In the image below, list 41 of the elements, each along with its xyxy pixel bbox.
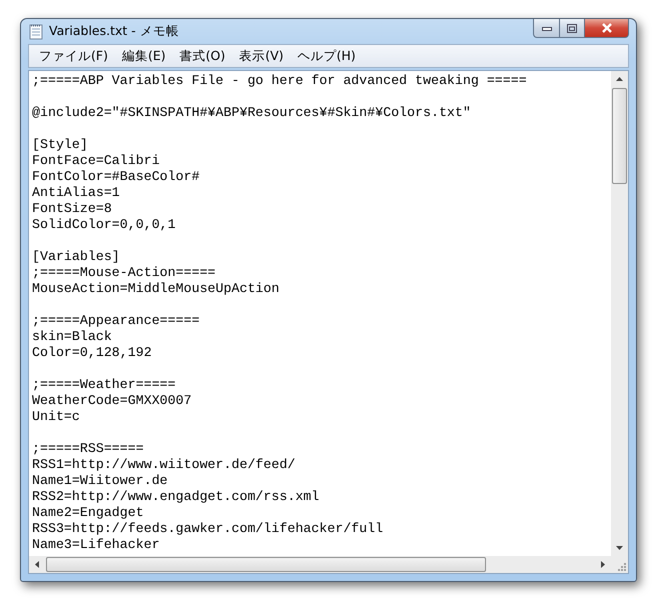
text-line: RSS2=http://www.engadget.com/rss.xml — [32, 489, 320, 505]
text-line: FontColor=#BaseColor# — [32, 169, 200, 185]
text-line: Name3=Lifehacker — [32, 537, 160, 553]
close-icon — [600, 23, 612, 33]
text-line: ;=====Mouse-Action===== — [32, 265, 216, 281]
text-line: Unit=c — [32, 409, 80, 425]
text-line: AntiAlias=1 — [32, 185, 120, 201]
minimize-icon — [542, 25, 552, 31]
window-title: Variables.txt - メモ帳 — [49, 23, 180, 40]
menu-item[interactable]: ヘルプ(H) — [290, 48, 363, 64]
text-line: ;=====ABP Variables File - go here for advanced tweaking ===== — [32, 73, 527, 89]
text-line: [Variables] — [32, 249, 120, 265]
text-line: FontFace=Calibri — [32, 153, 160, 169]
text-line: skin=Black — [32, 329, 112, 345]
menu-item[interactable]: 書式(O) — [172, 48, 232, 64]
text-line: Name2=Engadget — [32, 505, 144, 521]
text-line: ;=====Weather===== — [32, 377, 176, 393]
text-line: FontSize=8 — [32, 201, 112, 217]
text-line: Name1=Wiitower.de — [32, 473, 168, 489]
scroll-thumb[interactable] — [612, 88, 627, 184]
text-line: WeatherCode=GMXX0007 — [32, 393, 192, 409]
scroll-thumb[interactable] — [46, 557, 486, 572]
text-line: ;=====Appearance===== — [32, 313, 200, 329]
menu-item[interactable]: ファイル(F) — [32, 48, 115, 64]
menu-item[interactable]: 表示(V) — [232, 48, 291, 64]
horizontal-scrollbar[interactable] — [29, 556, 611, 573]
maximize-button[interactable] — [559, 19, 585, 38]
maximize-icon — [567, 24, 577, 32]
text-line: MouseAction=MiddleMouseUpAction — [32, 281, 280, 297]
text-line: RSS1=http://www.wiitower.de/feed/ — [32, 457, 296, 473]
minimize-button[interactable] — [533, 19, 559, 38]
text-line: @include2="#SKINSPATH#¥ABP¥Resources¥#Skin#¥Colors.txt" — [32, 105, 471, 121]
text-line: SolidColor=0,0,0,1 — [32, 217, 176, 233]
vertical-scrollbar[interactable] — [611, 71, 628, 556]
text-line: [Style] — [32, 137, 88, 153]
text-line: Color=0,128,192 — [32, 345, 152, 361]
text-line: RSS3=http://feeds.gawker.com/lifehacker/full — [32, 521, 384, 537]
menu-item[interactable]: 編集(E) — [114, 48, 173, 64]
text-line: ;=====RSS===== — [32, 441, 144, 457]
close-button[interactable] — [585, 19, 629, 38]
notepad-icon — [29, 23, 43, 40]
